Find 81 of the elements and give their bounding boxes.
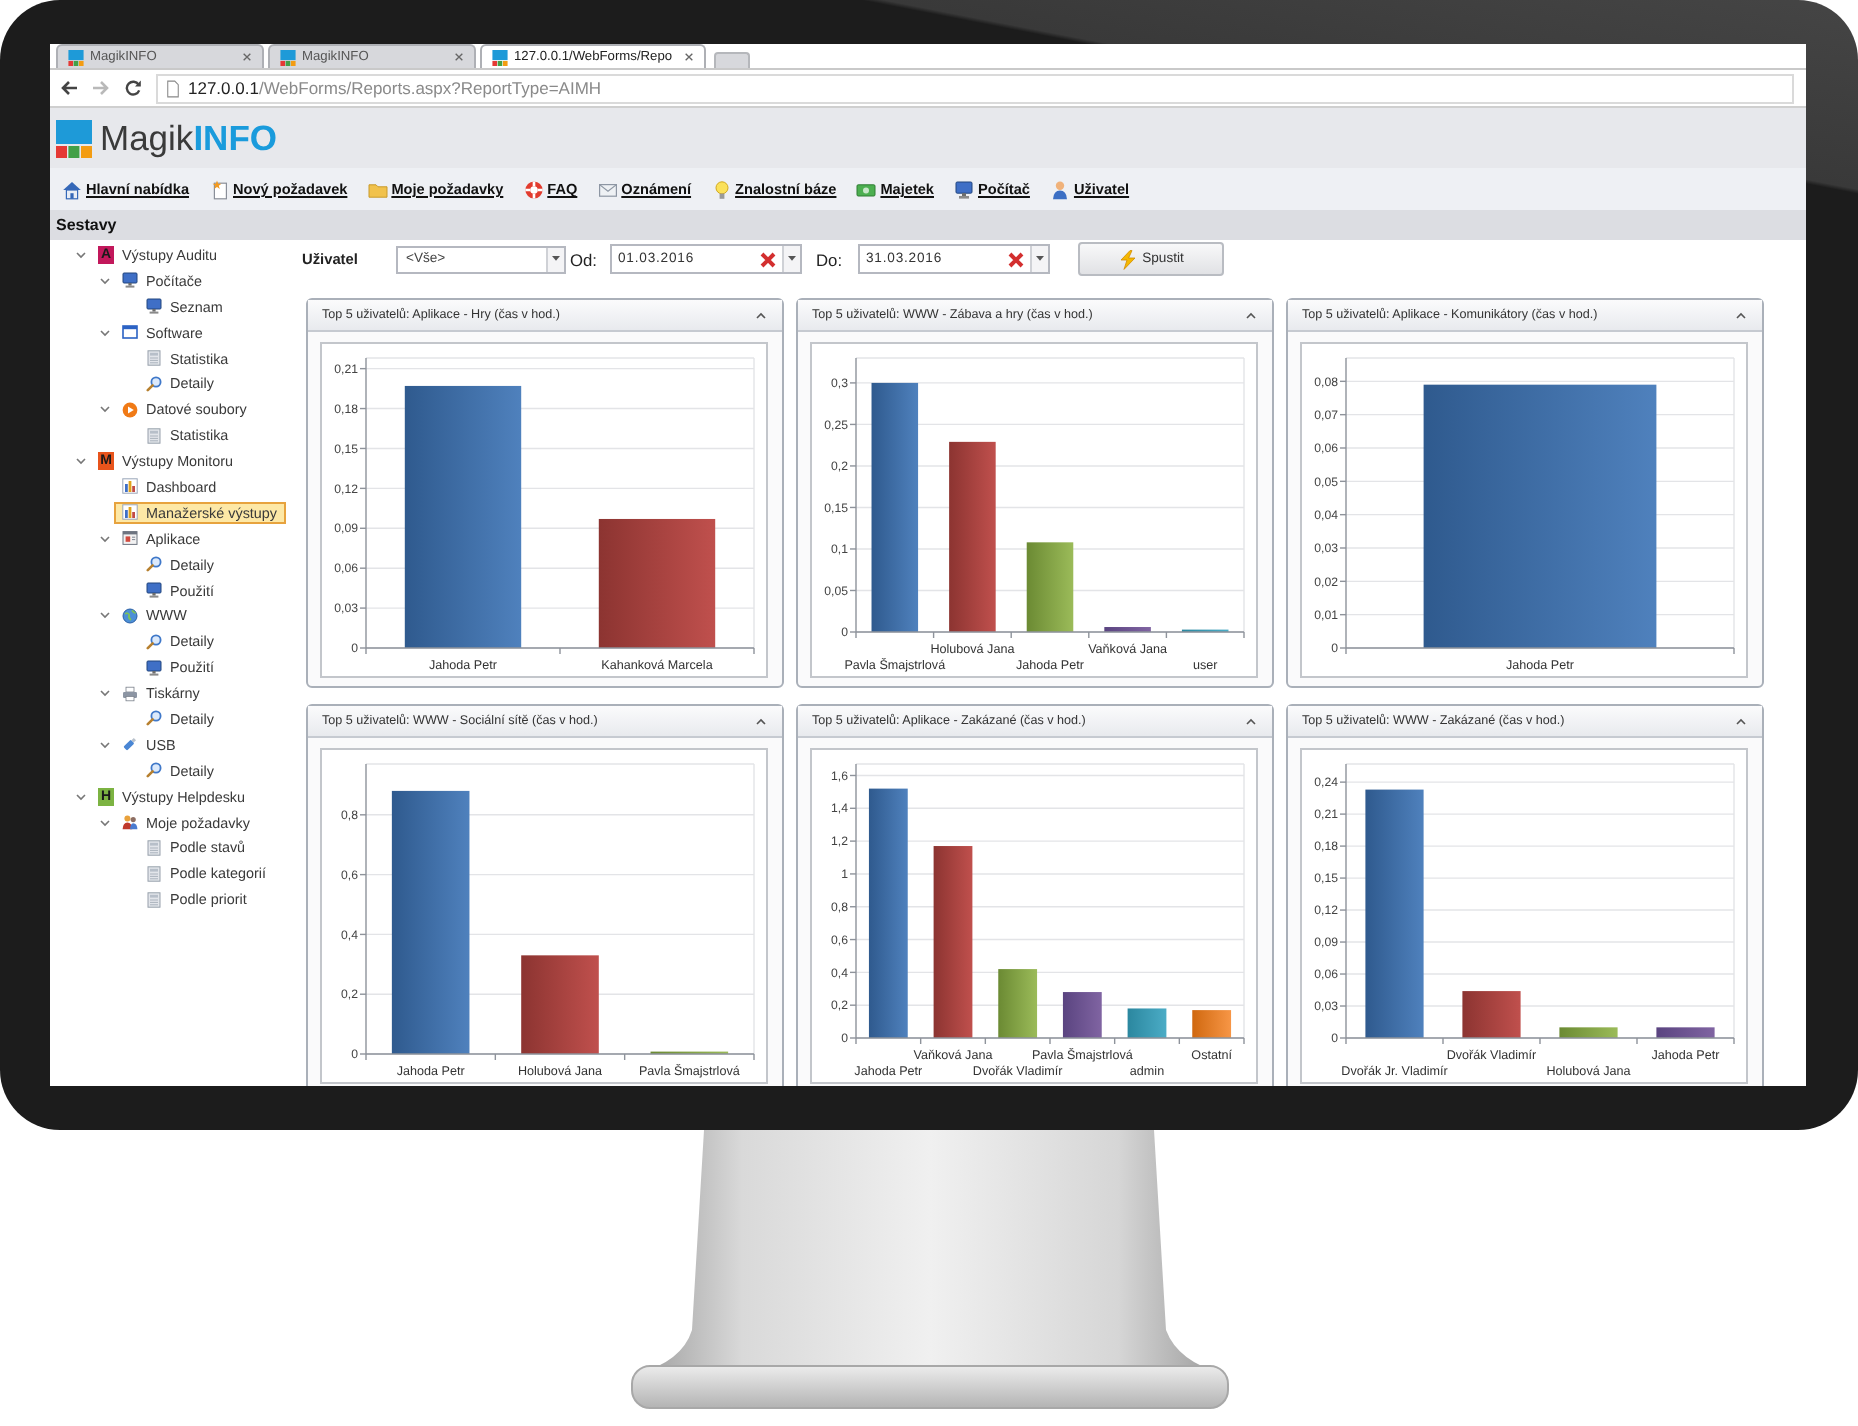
chevron-down-icon[interactable] xyxy=(99,275,109,286)
spreadsheet-icon xyxy=(146,427,162,444)
chart-bar xyxy=(521,955,599,1054)
people-icon xyxy=(122,814,138,831)
chevron-down-icon[interactable] xyxy=(99,610,109,621)
caret-up-icon[interactable] xyxy=(1736,311,1746,319)
folder-icon xyxy=(367,179,388,199)
chevron-down-icon[interactable] xyxy=(99,739,109,750)
magnifier-icon xyxy=(146,633,162,650)
chevron-down-icon[interactable] xyxy=(75,456,85,467)
clear-icon[interactable] xyxy=(1008,251,1024,267)
caret-up-icon[interactable] xyxy=(1736,717,1746,725)
chevron-down-icon[interactable] xyxy=(99,533,109,544)
chart-bar xyxy=(998,969,1038,1038)
chart-bar xyxy=(1127,1008,1167,1038)
caret-up-icon[interactable] xyxy=(1246,717,1256,725)
bar-chart-icon xyxy=(122,504,138,521)
chart-bar xyxy=(1062,992,1102,1038)
printer-icon xyxy=(122,685,138,702)
chevron-down-icon[interactable] xyxy=(99,688,109,699)
play-circle-icon xyxy=(122,401,138,418)
reload-icon[interactable] xyxy=(124,80,142,96)
chevron-down-icon[interactable] xyxy=(75,249,85,260)
chart-bar xyxy=(598,518,716,648)
chart-bar xyxy=(1026,542,1074,632)
clear-icon[interactable] xyxy=(760,251,776,267)
address-field[interactable]: 127.0.0.1/WebForms/Reports.aspx?ReportType=AIMH xyxy=(156,73,1794,103)
flash-drive-icon xyxy=(122,736,138,753)
spreadsheet-icon xyxy=(146,839,162,856)
magnifier-icon xyxy=(146,556,162,573)
house-icon xyxy=(62,179,82,199)
field-label: Do: xyxy=(816,249,845,269)
spreadsheet-icon xyxy=(146,350,162,366)
page-icon xyxy=(166,79,180,97)
app-window-icon xyxy=(122,530,138,547)
chart-bar xyxy=(1462,991,1521,1038)
lightbulb-icon xyxy=(711,179,732,199)
bar-chart-icon xyxy=(122,478,138,495)
monitor-icon xyxy=(146,582,162,599)
monitor-icon xyxy=(146,659,162,676)
field-label: Od: xyxy=(570,249,599,269)
close-icon[interactable] xyxy=(242,52,252,62)
chevron-down-icon[interactable] xyxy=(99,327,109,338)
close-icon[interactable] xyxy=(454,52,464,62)
caret-up-icon[interactable] xyxy=(756,717,766,725)
logo-squares-icon xyxy=(280,49,296,65)
caret-up-icon[interactable] xyxy=(756,311,766,319)
banknote-icon xyxy=(856,179,877,199)
logo-squares-icon xyxy=(492,49,508,65)
window-icon xyxy=(122,324,138,341)
chevron-down-icon[interactable] xyxy=(75,791,85,802)
logo-squares-icon xyxy=(68,49,84,65)
section-header: Sestavy xyxy=(50,210,1806,240)
chart-bar xyxy=(1559,1027,1618,1038)
envelope-icon xyxy=(597,179,618,199)
caret-down-icon[interactable] xyxy=(1036,256,1044,262)
monitor-icon xyxy=(146,298,162,315)
globe-icon xyxy=(122,607,138,624)
caret-down-icon xyxy=(552,256,560,262)
magnifier-icon xyxy=(146,710,162,727)
magnifier-icon xyxy=(146,375,162,392)
chart-bar xyxy=(1104,627,1151,632)
close-icon[interactable] xyxy=(684,52,695,62)
magnifier-icon xyxy=(146,762,162,779)
chevron-down-icon[interactable] xyxy=(99,817,109,828)
logo-wordmark: MagikINFO xyxy=(100,118,277,158)
back-icon[interactable] xyxy=(60,80,78,96)
computer-icon xyxy=(954,179,974,199)
chevron-down-icon[interactable] xyxy=(99,404,109,415)
chart-bar xyxy=(1656,1027,1715,1038)
caret-down-icon[interactable] xyxy=(788,256,796,262)
spreadsheet-icon xyxy=(146,865,162,882)
logo-squares-icon xyxy=(56,119,92,157)
lightning-icon xyxy=(1118,249,1137,269)
caret-up-icon[interactable] xyxy=(1246,311,1256,319)
chart-bar xyxy=(1192,1010,1232,1038)
user-icon xyxy=(1049,179,1070,199)
new-document-icon xyxy=(209,179,229,199)
lifebuoy-icon xyxy=(523,179,544,199)
monitor-icon xyxy=(122,272,138,289)
spreadsheet-icon xyxy=(146,891,162,908)
